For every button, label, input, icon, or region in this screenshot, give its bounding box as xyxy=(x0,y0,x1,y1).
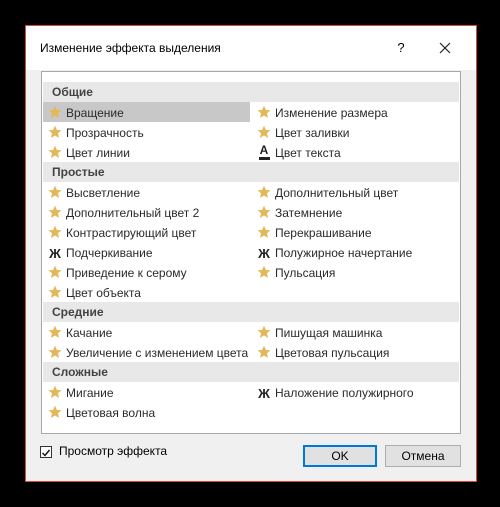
effect-item-label: Перекрашивание xyxy=(275,225,372,240)
effect-item[interactable]: Ж Полужирное начертание xyxy=(252,242,458,262)
effect-item-label: Пишущая машинка xyxy=(275,325,383,340)
star-icon xyxy=(47,264,63,280)
star-icon xyxy=(256,224,272,240)
star-icon xyxy=(47,224,63,240)
effect-item-label: Пульсация xyxy=(275,265,336,280)
star-icon xyxy=(47,324,63,340)
effect-item-label: Увеличение с изменением цвета xyxy=(66,345,249,360)
close-icon xyxy=(439,42,451,54)
group-header: Общие xyxy=(43,82,459,102)
effect-item-label: Дополнительный цвет xyxy=(275,185,399,200)
effect-item[interactable]: Цвет объекта xyxy=(43,282,250,302)
preview-checkbox[interactable] xyxy=(40,446,52,458)
dialog-title: Изменение эффекта выделения xyxy=(40,41,221,55)
effect-item[interactable]: Цветовая пульсация xyxy=(252,342,458,362)
effect-item-label: Затемнение xyxy=(275,205,343,220)
title-bar: Изменение эффекта выделения ? xyxy=(26,26,476,70)
star-icon xyxy=(47,204,63,220)
star-icon xyxy=(47,124,63,140)
effect-item[interactable]: Контрастирующий цвет xyxy=(43,222,250,242)
effect-item-label: Качание xyxy=(66,325,113,340)
star-icon xyxy=(256,324,272,340)
close-button[interactable] xyxy=(432,36,458,60)
star-icon xyxy=(256,264,272,280)
star-icon xyxy=(47,384,63,400)
effect-item-label: Цвет заливки xyxy=(275,125,350,140)
checkmark-icon xyxy=(42,449,51,457)
ok-button[interactable]: OK xyxy=(303,445,377,467)
effect-item[interactable]: Изменение размера xyxy=(252,102,458,122)
effect-item-label: Прозрачность xyxy=(66,125,144,140)
star-icon xyxy=(47,144,63,160)
effect-item-label: Изменение размера xyxy=(275,105,388,120)
effect-item[interactable]: Мигание xyxy=(43,382,250,402)
effect-item-label: Цвет объекта xyxy=(66,285,141,300)
effect-item-label: Цвет текста xyxy=(275,145,341,160)
effect-item[interactable]: Прозрачность xyxy=(43,122,250,142)
effect-item-label: Цветовая пульсация xyxy=(275,345,390,360)
effect-item[interactable]: Цвет линии xyxy=(43,142,250,162)
effect-item[interactable]: Пульсация xyxy=(252,262,458,282)
star-icon xyxy=(47,284,63,300)
group-header: Средние xyxy=(43,302,459,322)
effect-item[interactable]: Цветовая волна xyxy=(43,402,250,422)
effect-item-label: Подчеркивание xyxy=(66,245,153,260)
star-icon xyxy=(47,184,63,200)
effect-item[interactable]: Увеличение с изменением цвета xyxy=(43,342,250,362)
effect-item[interactable]: Высветление xyxy=(43,182,250,202)
effect-item-label: Дополнительный цвет 2 xyxy=(66,205,200,220)
group-header: Сложные xyxy=(43,362,459,382)
effect-item[interactable]: Перекрашивание xyxy=(252,222,458,242)
bold-icon: Ж xyxy=(258,385,270,401)
effect-item[interactable]: Ж Наложение полужирного xyxy=(252,382,458,402)
help-button[interactable]: ? xyxy=(388,36,414,60)
effect-item[interactable]: Пишущая машинка xyxy=(252,322,458,342)
effect-item[interactable]: A Цвет текста xyxy=(252,142,458,162)
effect-item[interactable]: Дополнительный цвет xyxy=(252,182,458,202)
star-icon xyxy=(256,204,272,220)
star-icon xyxy=(256,124,272,140)
effect-item-label: Контрастирующий цвет xyxy=(66,225,197,240)
effect-item[interactable]: Приведение к серому xyxy=(43,262,250,282)
font-color-icon: A xyxy=(256,143,272,160)
star-icon xyxy=(47,404,63,420)
effect-item[interactable]: Ж Подчеркивание xyxy=(43,242,250,262)
group-header: Простые xyxy=(43,162,459,182)
bold-icon: Ж xyxy=(49,245,61,261)
effect-item-label: Цветовая волна xyxy=(66,405,156,420)
star-icon xyxy=(47,104,63,120)
effect-item[interactable]: Цвет заливки xyxy=(252,122,458,142)
bold-icon: Ж xyxy=(258,245,270,261)
star-icon xyxy=(256,104,272,120)
star-icon xyxy=(256,344,272,360)
star-icon xyxy=(47,344,63,360)
cancel-button[interactable]: Отмена xyxy=(385,445,461,467)
effect-item-label: Полужирное начертание xyxy=(275,245,413,260)
star-icon xyxy=(256,184,272,200)
effect-item[interactable]: Вращение xyxy=(43,102,250,122)
effect-item-label: Наложение полужирного xyxy=(275,385,414,400)
preview-label[interactable]: Просмотр эффекта xyxy=(59,444,167,458)
effect-item-label: Цвет линии xyxy=(66,145,130,160)
effect-item[interactable]: Дополнительный цвет 2 xyxy=(43,202,250,222)
effect-item[interactable]: Затемнение xyxy=(252,202,458,222)
effect-item-label: Высветление xyxy=(66,185,141,200)
dialog-window: Изменение эффекта выделения ? Общие Враще… xyxy=(25,25,477,482)
effects-list[interactable]: Общие Вращение Изменение размера Прозрачнос… xyxy=(41,71,461,434)
effect-item-label: Приведение к серому xyxy=(66,265,187,280)
effect-item-label: Вращение xyxy=(66,105,124,120)
effect-item-label: Мигание xyxy=(66,385,114,400)
effect-item[interactable]: Качание xyxy=(43,322,250,342)
